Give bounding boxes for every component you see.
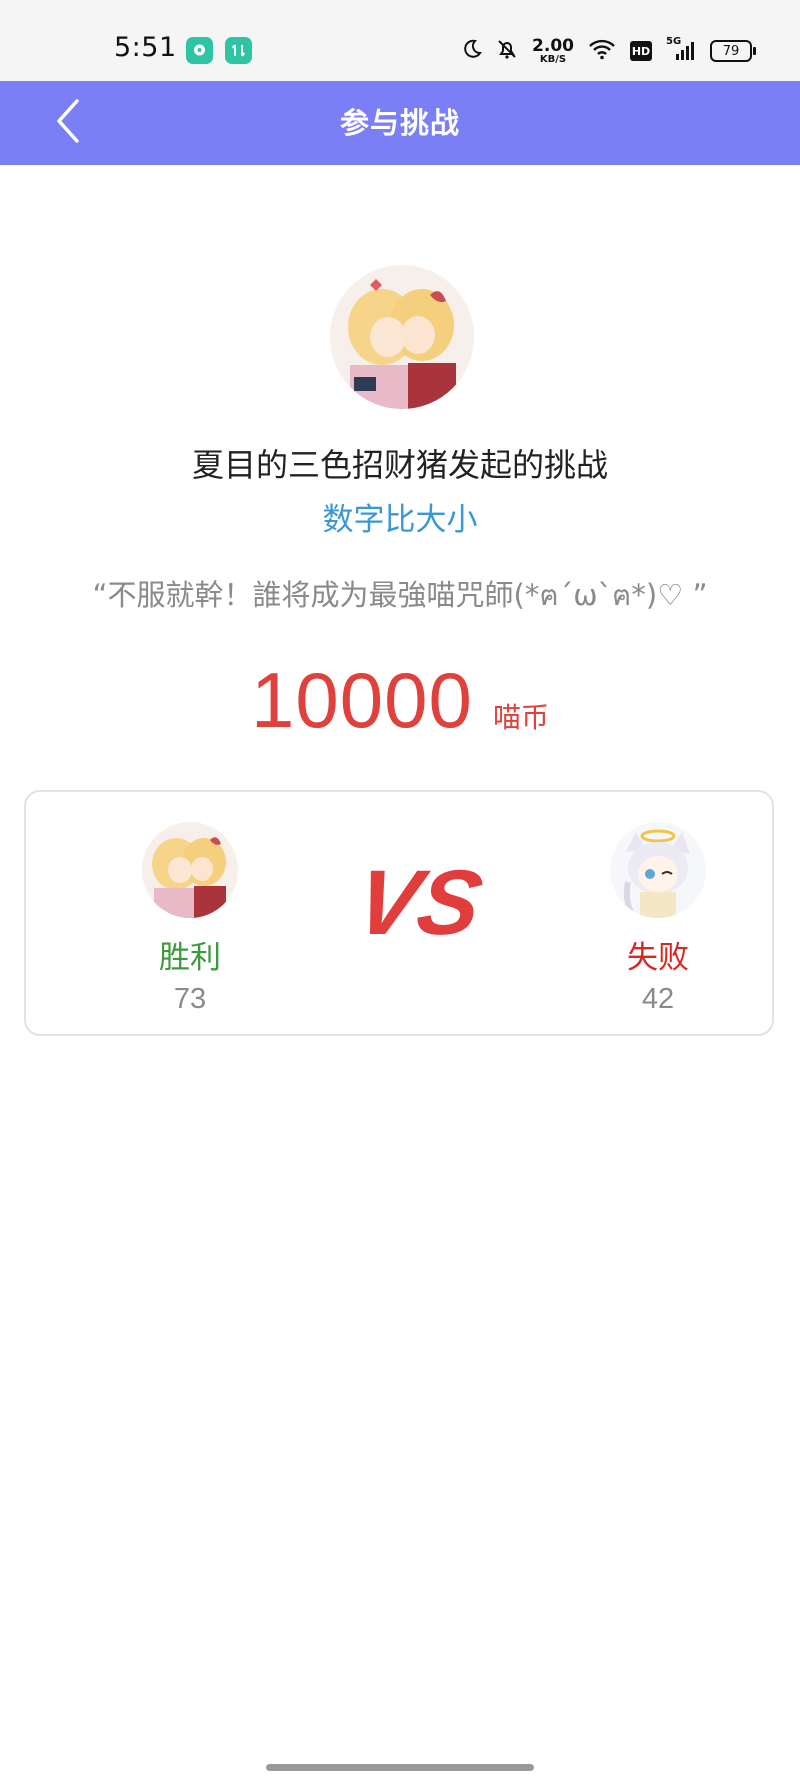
player-right: 失败 42 — [578, 822, 738, 1016]
player-left-avatar[interactable] — [142, 822, 238, 918]
status-right-group: 2.00 KB/S HD 5G 79 — [462, 34, 756, 68]
moon-icon — [462, 39, 482, 63]
chat-bubble-icon — [186, 37, 213, 64]
home-indicator[interactable] — [266, 1764, 534, 1771]
stake-amount: 10000 — [251, 656, 473, 744]
challenger-avatar[interactable] — [330, 265, 474, 409]
battery-level: 79 — [722, 43, 740, 59]
player-right-avatar[interactable] — [610, 822, 706, 918]
player-right-score: 42 — [641, 983, 675, 1015]
challenge-title: 夏目的三色招财猪发起的挑战 — [191, 446, 608, 484]
stake-unit: 喵币 — [492, 701, 549, 734]
net-speed-value: 2.00 — [532, 35, 574, 56]
player-left-result: 胜利 — [159, 940, 221, 976]
chevron-left-icon — [53, 97, 83, 149]
vs-label: VS — [349, 852, 484, 952]
net-speed-unit: KB/S — [539, 53, 567, 65]
back-button[interactable] — [40, 95, 96, 151]
wifi-icon — [588, 38, 616, 64]
navbar: 参与挑战 — [0, 81, 800, 165]
battery-icon: 79 — [710, 40, 756, 62]
vs-mark: VS — [344, 851, 490, 954]
page-title: 参与挑战 — [339, 106, 460, 140]
hd-badge: HD — [630, 41, 652, 61]
net-speed: 2.00 KB/S — [532, 35, 574, 65]
network-type: 5G — [666, 36, 682, 47]
stake: 10000 喵币 — [0, 655, 800, 746]
bell-off-icon — [496, 38, 518, 64]
player-left: 胜利 73 — [110, 822, 270, 1016]
signal-icon: 5G — [666, 36, 696, 62]
game-name-link[interactable]: 数字比大小 — [0, 494, 800, 539]
player-right-result: 失败 — [627, 940, 689, 976]
status-time: 5:51 — [114, 32, 177, 63]
challenge-slogan: “不服就幹！誰将成为最強喵咒師(*ฅ´ω`ฅ*)♡ ” — [92, 578, 708, 612]
status-bar: 5:51 2.00 KB/S HD 5G 79 — [0, 0, 800, 81]
network-arrows-icon — [225, 37, 252, 64]
player-left-score: 73 — [173, 983, 207, 1015]
vs-card: 胜利 73 VS 失败 42 — [24, 790, 774, 1036]
